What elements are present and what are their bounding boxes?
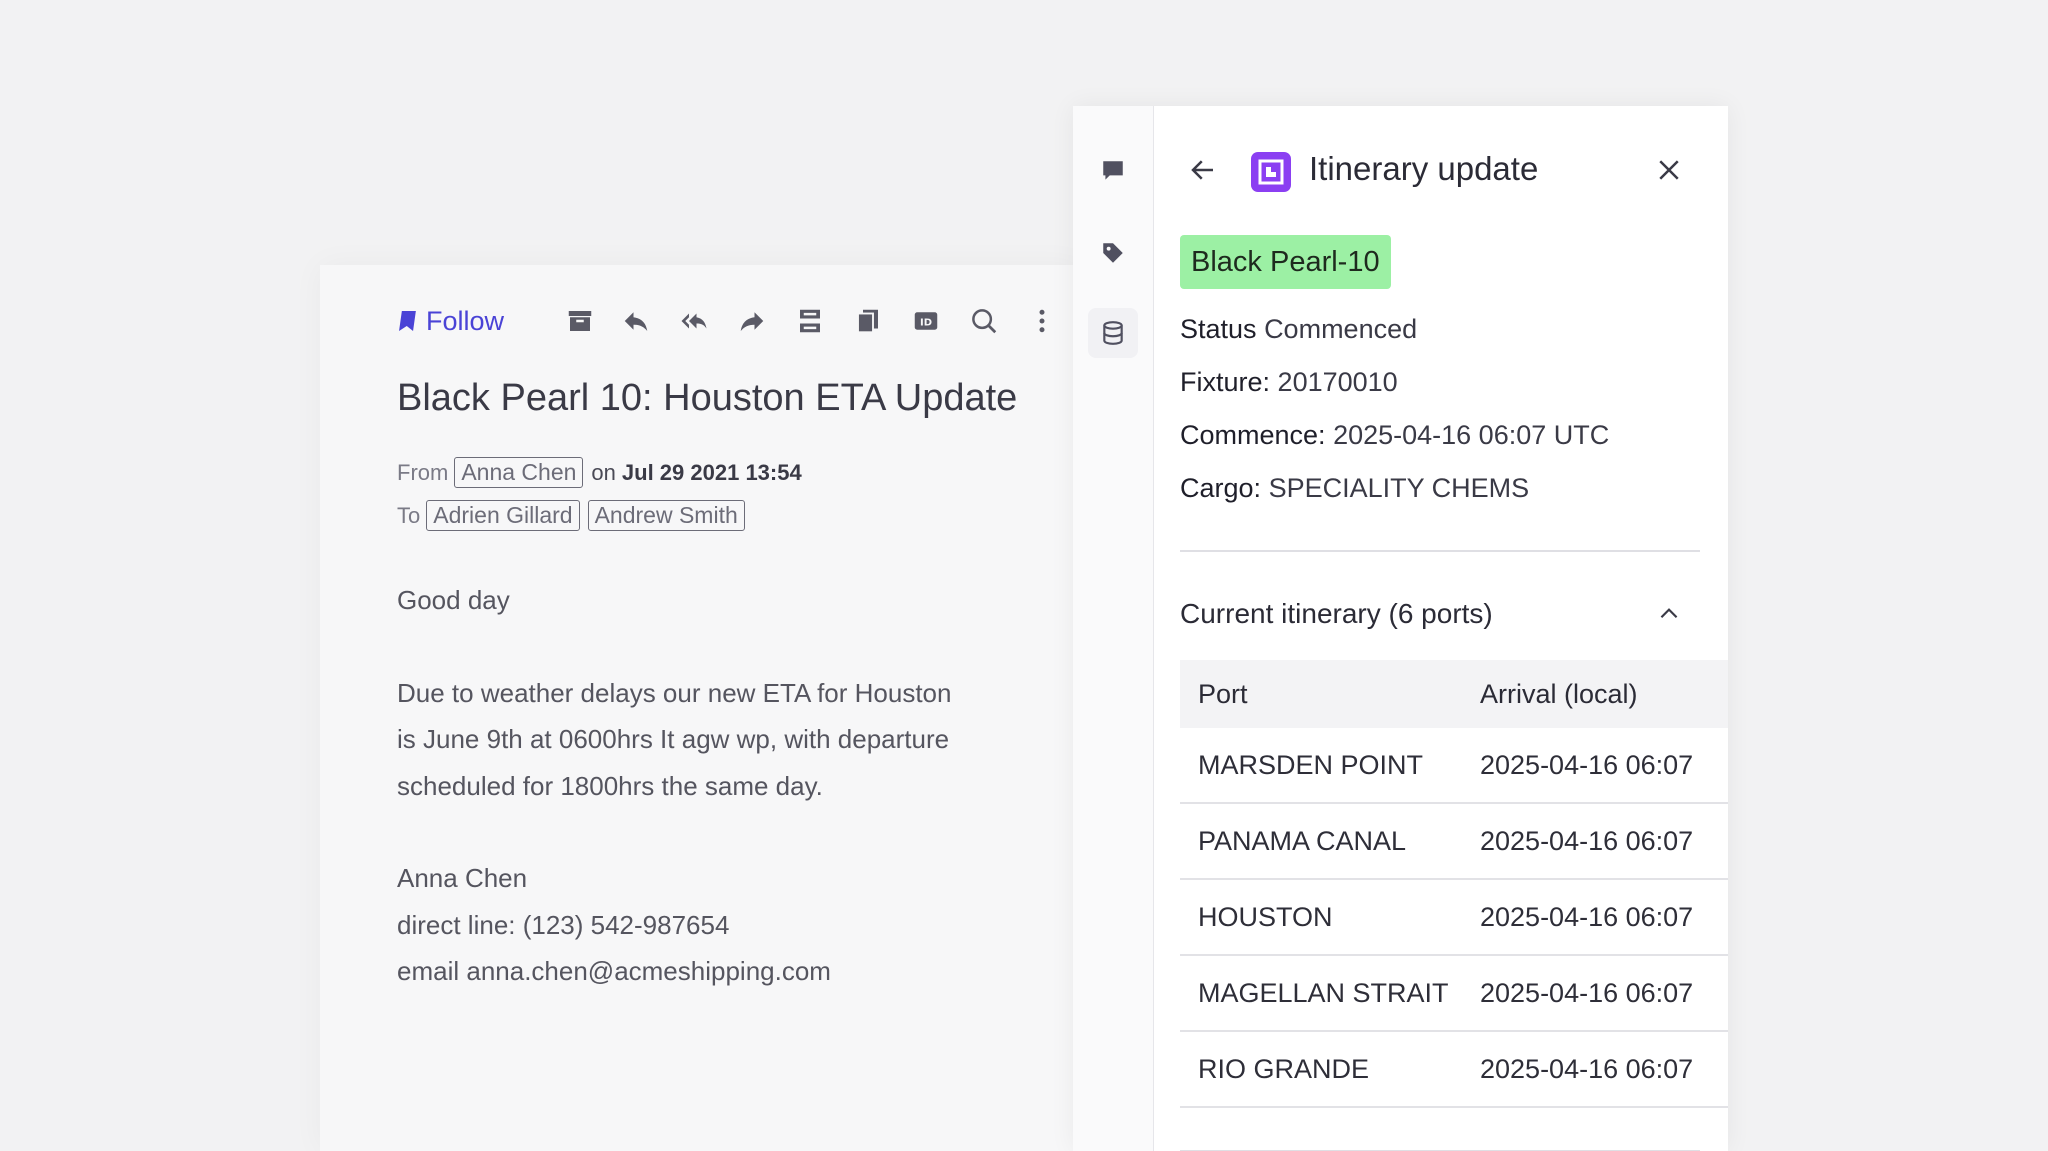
email-to-line: To Adrien Gillard Andrew Smith xyxy=(397,500,747,531)
body-line: scheduled for 1800hrs the same day. xyxy=(397,770,823,801)
field-status: Status Commenced xyxy=(1180,314,1417,345)
app-logo-icon xyxy=(1251,152,1291,192)
itinerary-section-title: Current itinerary (6 ports) xyxy=(1180,598,1493,629)
email-view: Follow ID Black Pearl 10: Houston ETA Up… xyxy=(320,265,1080,1151)
field-value: 20170010 xyxy=(1277,367,1398,397)
table-row[interactable]: PANAMA CANAL 2025-04-16 06:07 xyxy=(1180,804,1728,880)
field-key: Cargo: xyxy=(1180,473,1262,503)
divider xyxy=(1180,550,1700,552)
port-cell: MAGELLAN STRAIT xyxy=(1198,977,1449,1008)
follow-button[interactable]: Follow xyxy=(398,301,504,341)
field-key: Fixture: xyxy=(1180,367,1271,397)
signature-email: email anna.chen@acmeshipping.com xyxy=(397,956,831,986)
sender-chip[interactable]: Anna Chen xyxy=(454,457,584,488)
comment-icon[interactable] xyxy=(1088,146,1138,196)
database-icon[interactable] xyxy=(1088,308,1138,358)
email-subject: Black Pearl 10: Houston ETA Update xyxy=(397,377,1018,419)
field-key: Status xyxy=(1180,314,1257,344)
table-header: Port Arrival (local) xyxy=(1180,660,1728,728)
chevron-up-icon[interactable] xyxy=(1649,594,1689,634)
greeting: Good day xyxy=(397,585,510,615)
forward-icon[interactable] xyxy=(736,305,768,337)
email-from-line: From Anna Chen on Jul 29 2021 13:54 xyxy=(397,457,802,488)
itinerary-side-panel: Itinerary update Black Pearl-10 Status C… xyxy=(1073,106,1728,1151)
field-fixture: Fixture: 20170010 xyxy=(1180,367,1398,398)
field-value: Commenced xyxy=(1264,314,1418,344)
signature-name: Anna Chen xyxy=(397,863,528,893)
table-row[interactable]: HOUSTON 2025-04-16 06:07 xyxy=(1180,880,1728,956)
back-arrow-icon[interactable] xyxy=(1183,150,1223,190)
table-row[interactable]: MARSDEN POINT 2025-04-16 06:07 xyxy=(1180,728,1728,804)
port-cell: RIO GRANDE xyxy=(1198,1053,1370,1084)
body-line: Due to weather delays our new ETA for Ho… xyxy=(397,677,952,708)
from-label: From xyxy=(397,459,449,485)
archive-icon[interactable] xyxy=(564,305,596,337)
column-header-port: Port xyxy=(1198,678,1248,709)
vessel-tag: Black Pearl-10 xyxy=(1180,235,1391,289)
more-icon[interactable] xyxy=(1026,305,1058,337)
table-row[interactable]: RIO GRANDE 2025-04-16 06:07 xyxy=(1180,1032,1728,1108)
side-rail xyxy=(1073,106,1154,1151)
to-label: To xyxy=(397,502,421,528)
reply-all-icon[interactable] xyxy=(678,305,710,337)
on-label: on xyxy=(591,459,616,485)
follow-label: Follow xyxy=(426,305,505,336)
body-line: is June 9th at 0600hrs It agw wp, with d… xyxy=(397,724,950,754)
itinerary-panel: Itinerary update Black Pearl-10 Status C… xyxy=(1153,106,1728,1151)
copy-icon[interactable] xyxy=(852,305,884,337)
signature-phone: direct line: (123) 542-987654 xyxy=(397,909,730,940)
table-row[interactable]: MAGELLAN STRAIT 2025-04-16 06:07 xyxy=(1180,956,1728,1032)
arrival-cell: 2025-04-16 06:07 xyxy=(1480,977,1694,1008)
port-cell: MARSDEN POINT xyxy=(1198,749,1424,780)
panel-title: Itinerary update xyxy=(1309,150,1539,187)
close-icon[interactable] xyxy=(1649,150,1689,190)
split-icon[interactable] xyxy=(794,305,826,337)
email-toolbar: Follow ID xyxy=(398,301,1098,341)
bookmark-icon xyxy=(399,311,416,331)
search-icon[interactable] xyxy=(968,305,1000,337)
field-commence: Commence: 2025-04-16 06:07 UTC xyxy=(1180,420,1609,451)
arrival-cell: 2025-04-16 06:07 xyxy=(1480,825,1694,856)
field-value: SPECIALITY CHEMS xyxy=(1268,473,1530,503)
arrival-cell: 2025-04-16 06:07 xyxy=(1480,749,1694,780)
field-cargo: Cargo: SPECIALITY CHEMS xyxy=(1180,473,1529,504)
svg-text:ID: ID xyxy=(920,317,932,328)
recipient-chip[interactable]: Adrien Gillard xyxy=(426,500,580,531)
field-key: Commence: xyxy=(1180,420,1326,450)
arrival-cell: 2025-04-16 06:07 xyxy=(1480,901,1694,932)
reply-icon[interactable] xyxy=(620,305,652,337)
column-header-arrival: Arrival (local) xyxy=(1480,678,1638,709)
field-value: 2025-04-16 06:07 UTC xyxy=(1333,420,1610,450)
itinerary-table: Port Arrival (local) MARSDEN POINT 2025-… xyxy=(1180,660,1728,1108)
email-body: Good day Due to weather delays our new E… xyxy=(397,577,1047,995)
email-date: Jul 29 2021 13:54 xyxy=(621,459,802,485)
id-icon[interactable]: ID xyxy=(910,305,942,337)
recipient-chip[interactable]: Andrew Smith xyxy=(587,500,745,531)
port-cell: PANAMA CANAL xyxy=(1198,825,1407,856)
arrival-cell: 2025-04-16 06:07 xyxy=(1480,1053,1694,1084)
port-cell: HOUSTON xyxy=(1198,901,1333,932)
tag-icon[interactable] xyxy=(1088,228,1138,278)
